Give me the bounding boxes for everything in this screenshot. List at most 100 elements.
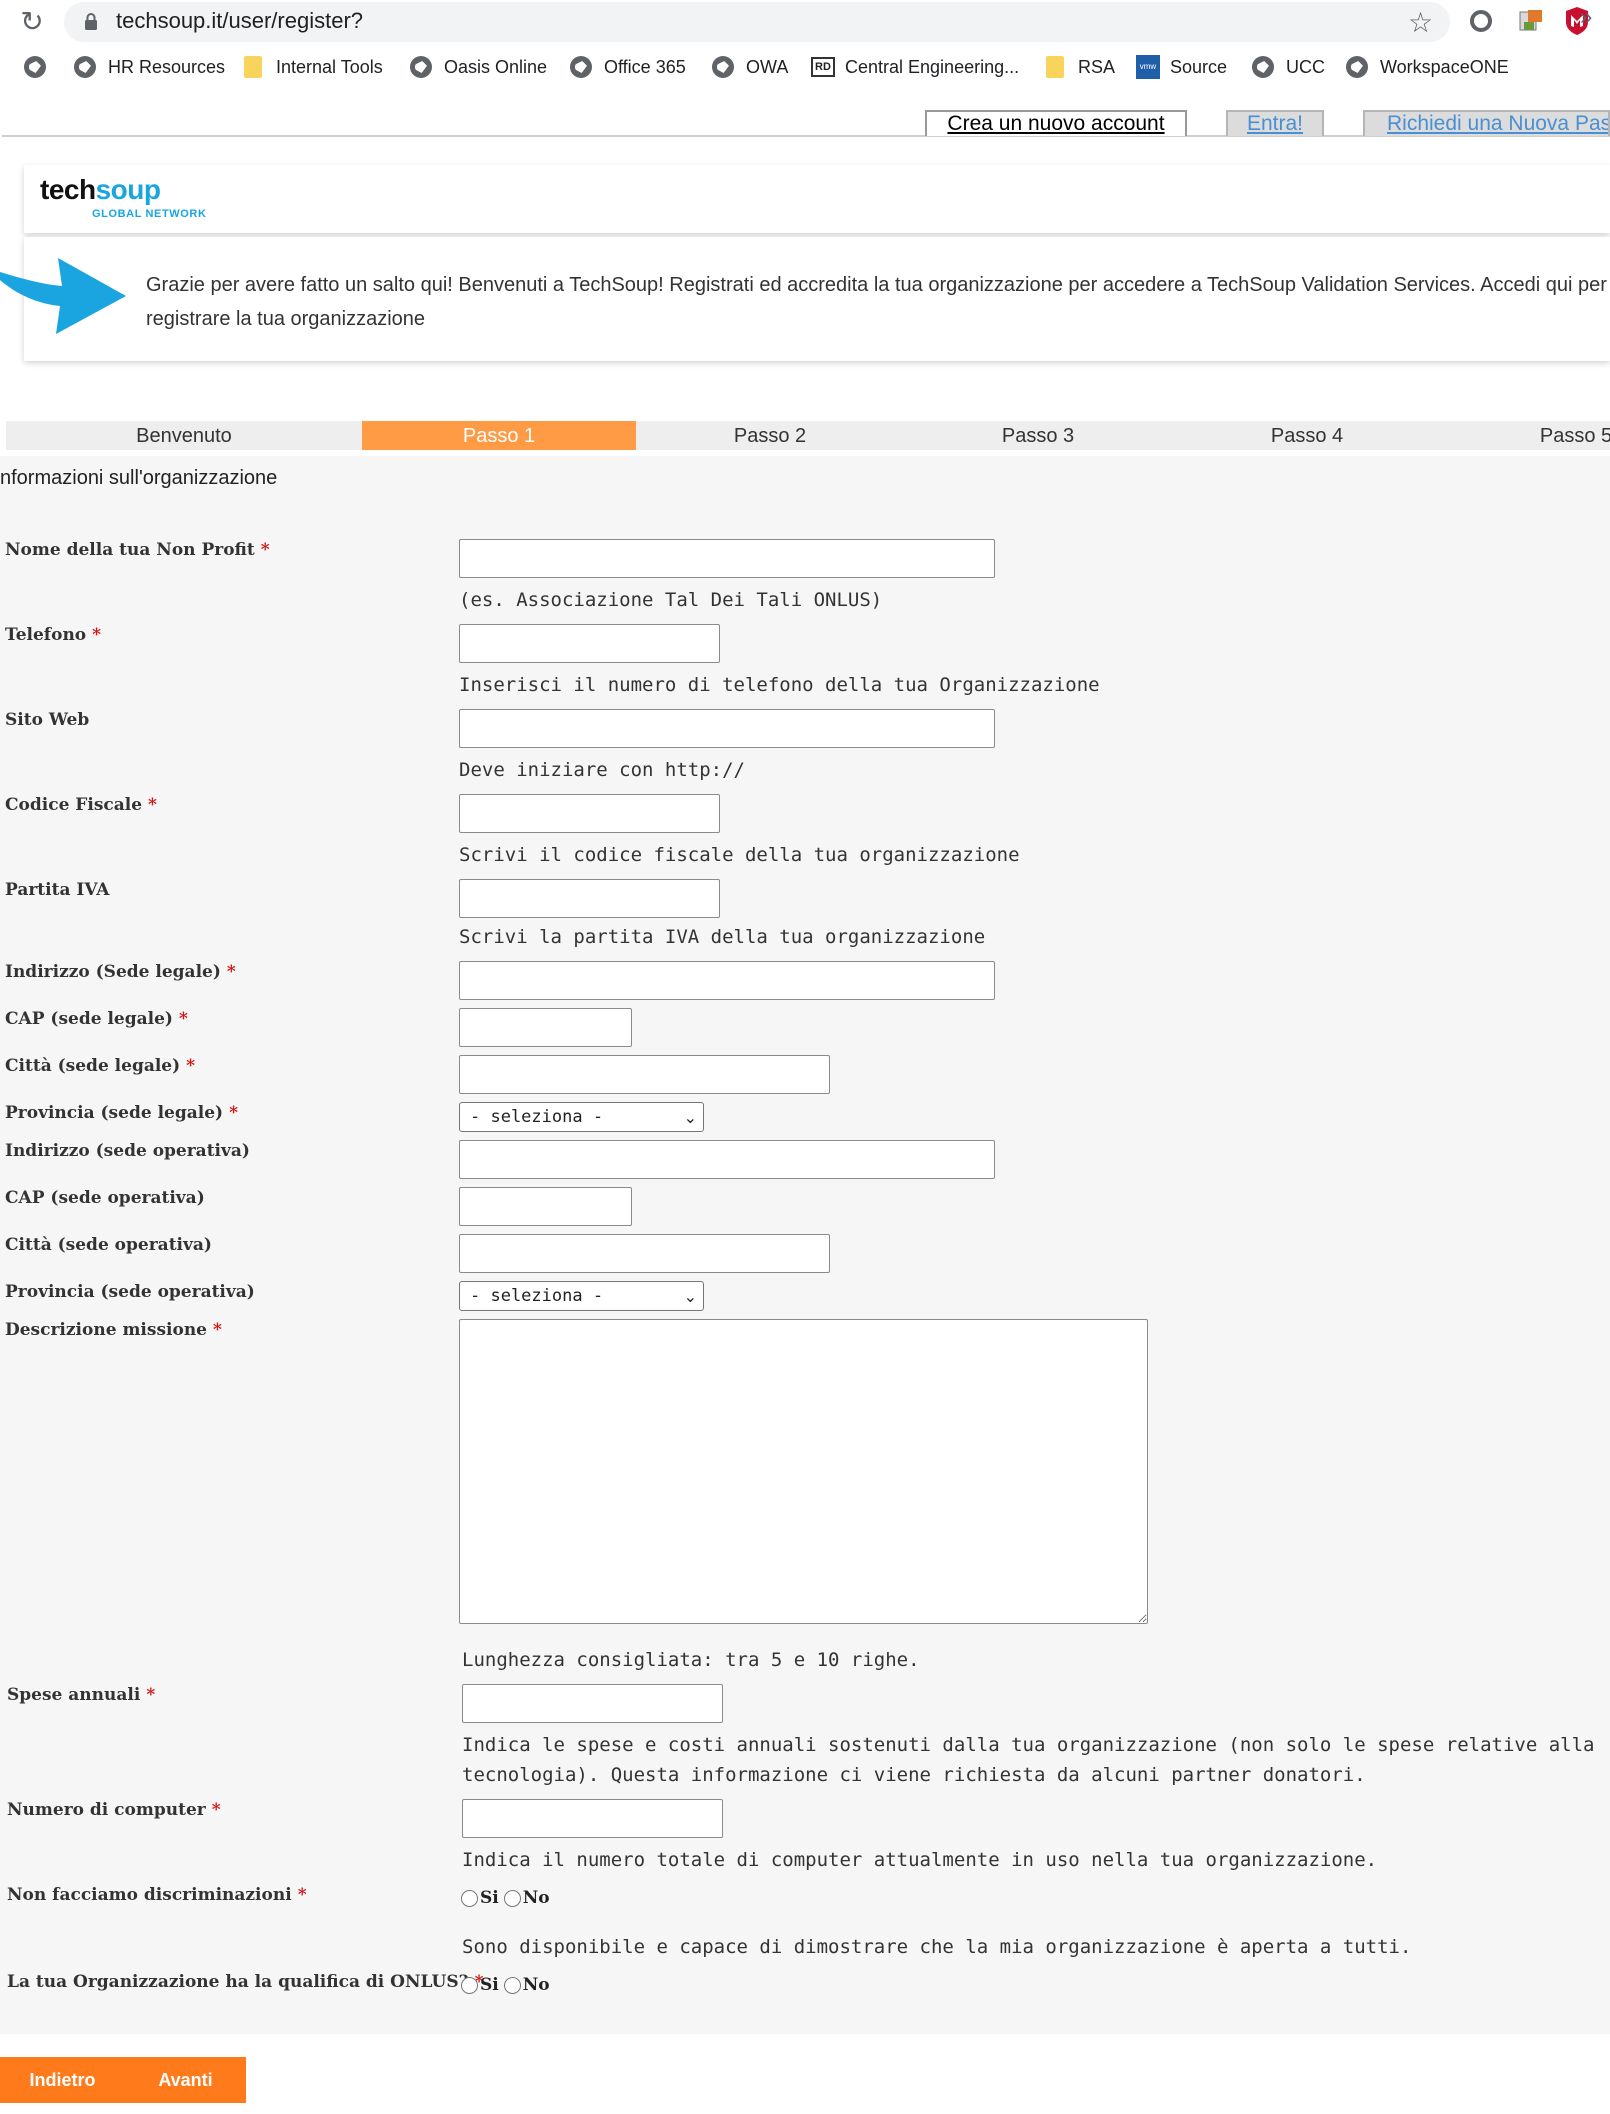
radio-label-no[interactable]: No: [523, 1888, 550, 1908]
request-password-link[interactable]: Richiedi una Nuova Pas: [1363, 110, 1610, 136]
lock-icon: [85, 13, 97, 30]
select-value: - seleziona -: [470, 1107, 604, 1127]
telefono-input[interactable]: [459, 624, 720, 663]
logo-soup: soup: [95, 174, 161, 205]
bookmark-label: HR Resources: [108, 56, 226, 77]
login-link[interactable]: Entra!: [1226, 110, 1324, 136]
label-text: CAP (sede legale): [5, 1009, 173, 1029]
nome-hint: (es. Associazione Tal Dei Tali ONLUS): [459, 589, 883, 611]
onlus-no-radio[interactable]: [503, 1976, 521, 1994]
discriminazioni-si-radio[interactable]: [461, 1889, 478, 1907]
onlus-si-radio[interactable]: [461, 1976, 478, 1994]
back-button[interactable]: Indietro: [0, 2057, 125, 2103]
bookmark-label: Central Engineering...: [845, 56, 1020, 77]
codice-input[interactable]: [459, 794, 720, 833]
citta-operativa-input[interactable]: [459, 1234, 830, 1273]
chevron-down-icon: ⌄: [683, 1108, 697, 1127]
arrow-right-icon: [0, 258, 126, 334]
techsoup-logo[interactable]: techsoup: [40, 174, 161, 206]
cap-legale-input[interactable]: [459, 1008, 632, 1047]
iva-input[interactable]: [459, 879, 720, 918]
field-label-citta-legale: Città (sede legale) *: [5, 1056, 195, 1076]
computer-input[interactable]: [462, 1799, 723, 1838]
step-passo-5: Passo 5: [1539, 425, 1610, 447]
reload-icon[interactable]: ↻: [18, 8, 46, 36]
cap-operativa-input[interactable]: [459, 1187, 632, 1226]
label-text: Spese annuali: [7, 1685, 141, 1705]
required-marker: *: [178, 1009, 188, 1029]
field-label-citta-operativa: Città (sede operativa): [5, 1235, 212, 1255]
label-text: Nome della tua Non Profit: [5, 540, 255, 560]
sito-input[interactable]: [459, 709, 995, 748]
label-text: Non facciamo discriminazioni: [7, 1885, 292, 1905]
required-marker: *: [186, 1056, 196, 1076]
bookmark-workspaceone[interactable]: WorkspaceONE: [1346, 52, 1509, 82]
bookmark-label: Internal Tools: [276, 56, 383, 77]
label-text: Descrizione missione: [5, 1320, 207, 1340]
required-marker: *: [213, 1320, 222, 1340]
field-label-indirizzo-operativa: Indirizzo (sede operativa): [5, 1141, 250, 1161]
radio-label-si[interactable]: Si: [480, 1975, 499, 1995]
bookmark-ucc[interactable]: UCC: [1252, 52, 1325, 82]
field-label-nome: Nome della tua Non Profit *: [5, 540, 270, 560]
step-passo-1: Passo 1: [362, 421, 636, 450]
bookmark-globe[interactable]: [24, 52, 58, 82]
bookmark-label: UCC: [1286, 56, 1325, 77]
label-text: Numero di computer: [7, 1800, 206, 1820]
field-label-spese: Spese annuali *: [7, 1685, 155, 1705]
bookmark-office-365[interactable]: Office 365: [570, 52, 686, 82]
step-passo-3: Passo 3: [1001, 425, 1075, 447]
welcome-text: Grazie per avere fatto un salto qui! Ben…: [146, 274, 1607, 330]
bookmark-star-icon[interactable]: ☆: [1408, 6, 1433, 39]
field-label-indirizzo-legale: Indirizzo (Sede legale) *: [5, 962, 236, 982]
required-marker: *: [148, 795, 157, 815]
vmw-icon: vmw: [1136, 55, 1160, 79]
bookmark-central-engineering[interactable]: RD Central Engineering...: [811, 52, 1019, 82]
label-text: Indirizzo (Sede legale): [5, 962, 221, 982]
nome-input[interactable]: [459, 539, 995, 578]
field-label-iva: Partita IVA: [5, 880, 109, 900]
spese-input[interactable]: [462, 1684, 723, 1723]
steps-bar: Benvenuto Passo 1 Passo 2 Passo 3 Passo …: [6, 421, 1610, 450]
missione-textarea[interactable]: [459, 1319, 1148, 1624]
provincia-legale-select[interactable]: - seleziona - ⌄: [459, 1102, 704, 1132]
step-passo-2: Passo 2: [733, 425, 807, 447]
telefono-hint: Inserisci il numero di telefono della tu…: [459, 674, 1100, 696]
bookmark-owa[interactable]: OWA: [712, 52, 788, 82]
discriminazioni-no-radio[interactable]: [503, 1889, 521, 1907]
extension-office-icon[interactable]: [1518, 8, 1544, 34]
globe-icon: [1346, 56, 1368, 78]
bookmark-label: Oasis Online: [444, 56, 548, 77]
field-label-cap-legale: CAP (sede legale) *: [5, 1009, 188, 1029]
discriminazioni-hint: Sono disponibile e capace di dimostrare …: [462, 1936, 1412, 1958]
globe-icon: [24, 56, 46, 78]
radio-label-no[interactable]: No: [523, 1975, 550, 1995]
bookmark-source[interactable]: vmw Source: [1136, 52, 1227, 82]
bookmarks-overflow-button[interactable]: »: [1580, 4, 1592, 30]
chevron-down-icon: ⌄: [683, 1287, 697, 1306]
indirizzo-legale-input[interactable]: [459, 961, 995, 1000]
globe-icon: [410, 56, 432, 78]
step-passo-4: Passo 4: [1270, 425, 1344, 447]
indirizzo-operativa-input[interactable]: [459, 1140, 995, 1179]
bookmark-internal-tools[interactable]: Internal Tools: [244, 52, 383, 82]
discriminazioni-radio-group: Si No: [461, 1888, 550, 1908]
bookmark-hr-resources[interactable]: HR Resources: [74, 52, 225, 82]
provincia-operativa-select[interactable]: - seleziona - ⌄: [459, 1281, 704, 1311]
required-marker: *: [146, 1685, 156, 1705]
url-text[interactable]: techsoup.it/user/register?: [116, 8, 363, 34]
logo-header: [24, 165, 1610, 233]
citta-legale-input[interactable]: [459, 1055, 830, 1094]
create-account-link[interactable]: Crea un nuovo account: [925, 110, 1187, 136]
globe-icon: [74, 56, 96, 78]
required-marker: *: [229, 1103, 238, 1123]
computer-hint: Indica il numero totale di computer attu…: [462, 1849, 1378, 1871]
bookmark-oasis-online[interactable]: Oasis Online: [410, 52, 547, 82]
radio-label-si[interactable]: Si: [480, 1888, 499, 1908]
bookmark-rsa[interactable]: RSA: [1046, 52, 1115, 82]
next-button[interactable]: Avanti: [125, 2057, 246, 2103]
required-marker: *: [260, 540, 270, 560]
field-label-discriminazioni: Non facciamo discriminazioni *: [7, 1885, 307, 1905]
bookmark-label: Office 365: [604, 56, 686, 77]
extension-circle-icon[interactable]: [1470, 10, 1492, 32]
